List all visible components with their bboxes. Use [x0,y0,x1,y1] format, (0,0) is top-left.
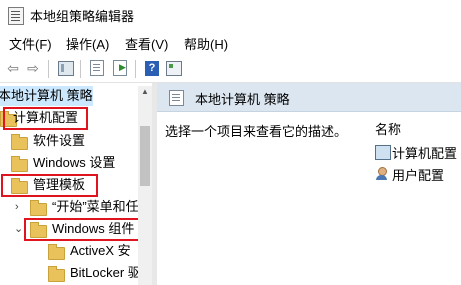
list-icon[interactable] [87,58,107,78]
title-bar: 本地组策略编辑器 [0,0,461,30]
column-header-name[interactable]: 名称 [375,119,401,138]
window-title: 本地组策略编辑器 [30,9,135,24]
tree-item-activex[interactable]: ActiveX 安 [0,241,138,261]
tree-item-label: “开始”菜单和任 [52,199,139,214]
highlight-box [1,174,98,197]
properties-icon[interactable] [164,58,184,78]
folder-icon [48,244,65,260]
scrollbar-thumb[interactable] [140,126,150,186]
folder-icon [11,156,28,172]
tree-root[interactable]: 本地计算机 策略 [0,86,93,106]
details-title: 本地计算机 策略 [195,92,290,107]
tree-item-bitlocker[interactable]: BitLocker 驱 [0,263,141,283]
back-arrow-icon[interactable]: ⇦ [3,58,23,78]
highlight-box [24,218,143,241]
forward-arrow-icon[interactable]: ⇨ [23,58,43,78]
menu-file[interactable]: 文件(F) [9,34,52,53]
list-item-label: 计算机配置 [392,146,458,161]
toolbar: ⇦ ⇨ ? [0,55,461,83]
chevron-down-icon[interactable]: ⌄ [14,219,23,239]
export-icon[interactable] [110,58,130,78]
toolbar-separator [80,60,81,78]
menu-help[interactable]: 帮助(H) [184,34,228,53]
folder-icon [48,266,65,282]
menu-view[interactable]: 查看(V) [125,34,168,53]
tree-item-label: BitLocker 驱 [70,265,141,280]
toolbar-separator [48,60,49,78]
description-text: 选择一个项目来查看它的描述。 [165,124,348,139]
details-pane: 本地计算机 策略 选择一个项目来查看它的描述。 名称 计算机配置 用户配置 [157,83,461,285]
tree-item-windows-settings[interactable]: Windows 设置 [0,153,135,173]
show-hide-tree-icon[interactable] [56,58,76,78]
menu-action[interactable]: 操作(A) [66,34,109,53]
tree-item-label: 软件设置 [33,133,86,148]
scroll-up-icon[interactable]: ▲ [141,87,149,96]
tree-pane: 本地计算机 策略 计算机配置 软件设置 Windows 设置 管理模板 › “开… [0,83,152,285]
details-header: 本地计算机 策略 [157,83,461,112]
tree-item-software-settings[interactable]: 软件设置 [0,131,130,151]
tree-item-start-menu[interactable]: › “开始”菜单和任 [0,197,139,217]
app-icon [8,7,24,25]
menu-bar: 文件(F) 操作(A) 查看(V) 帮助(H) [0,31,461,53]
list-item-computer-config[interactable]: 计算机配置 [375,143,461,161]
folder-icon [11,134,28,150]
user-icon [375,167,389,180]
folder-icon [30,200,47,216]
policy-document-icon [169,90,184,106]
tree-scrollbar[interactable]: ▲ [138,86,152,285]
tree-item-label: Windows 设置 [33,155,116,170]
highlight-box [3,107,88,130]
computer-icon [375,145,391,160]
toolbar-separator [135,60,136,78]
list-item-user-config[interactable]: 用户配置 [375,165,461,183]
tree-item-label: ActiveX 安 [70,243,131,258]
list-item-label: 用户配置 [392,168,445,183]
help-icon[interactable]: ? [142,58,162,78]
chevron-right-icon[interactable]: › [15,197,19,217]
